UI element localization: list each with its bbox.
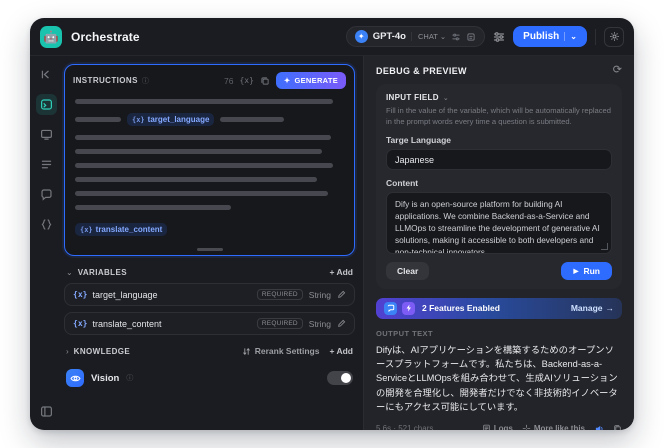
- content-label: Content: [386, 178, 419, 189]
- feature-bolt-icon: [402, 301, 415, 315]
- add-variable-button[interactable]: + Add: [329, 267, 353, 277]
- variable-token-translate-content[interactable]: {x} translate_content: [75, 223, 168, 236]
- page-title: Orchestrate: [71, 29, 140, 44]
- feature-chat-icon: [384, 301, 397, 315]
- titlebar: 🤖 Orchestrate ✦ GPT-4o CHAT ⌄ Publish ⌄: [30, 18, 634, 56]
- model-selector[interactable]: ✦ GPT-4o CHAT ⌄: [345, 26, 486, 47]
- chevron-down-icon: ⌄: [439, 32, 447, 41]
- sidebar-item-preview[interactable]: [36, 124, 57, 145]
- icon-sidebar: [30, 56, 62, 430]
- rerank-settings-button[interactable]: Rerank Settings: [242, 346, 319, 356]
- variable-token-target-language[interactable]: {x} target_language: [127, 113, 215, 126]
- clear-button[interactable]: Clear: [386, 262, 430, 281]
- vision-toggle[interactable]: [327, 371, 353, 385]
- refresh-icon[interactable]: ⟳: [613, 65, 622, 76]
- variable-type[interactable]: String: [309, 319, 331, 329]
- variable-row-target-language[interactable]: {x} target_language REQUIRED String: [64, 283, 355, 306]
- target-language-input[interactable]: [386, 149, 612, 171]
- add-knowledge-button[interactable]: + Add: [329, 346, 353, 356]
- header-divider: [595, 28, 596, 45]
- instructions-editor[interactable]: INSTRUCTIONS ⓘ 76 {x} ✦ GENERATE {x} tar…: [64, 64, 355, 256]
- output-text-title: OUTPUT TEXT: [376, 328, 434, 338]
- sidebar-item-orchestrate[interactable]: [35, 94, 57, 115]
- required-badge: REQUIRED: [256, 289, 303, 300]
- model-params-icon[interactable]: [451, 32, 461, 42]
- char-count: 76: [223, 75, 234, 86]
- collapse-panel-icon[interactable]: [36, 401, 57, 422]
- eye-icon: [66, 369, 84, 387]
- tune-sliders-icon[interactable]: [493, 31, 505, 43]
- variables-section: ⌄ VARIABLES + Add {x} target_language RE…: [64, 267, 355, 335]
- model-tokens-icon[interactable]: [466, 32, 476, 42]
- target-language-label: Targe Language: [386, 135, 452, 146]
- publish-button[interactable]: Publish ⌄: [513, 26, 587, 47]
- info-icon: ⓘ: [141, 77, 149, 85]
- output-stats: 5.6s · 521 chars: [376, 424, 434, 430]
- logs-button[interactable]: Logs: [482, 424, 513, 430]
- robot-icon: 🤖: [43, 29, 59, 44]
- sparkle-icon: ✦: [283, 76, 291, 85]
- instructions-skeleton: {x} target_language {x} translate_content: [65, 93, 354, 242]
- chevron-down-icon: ⌄: [564, 32, 577, 41]
- scroll-indicator[interactable]: [196, 248, 223, 251]
- speaker-icon[interactable]: [594, 424, 604, 430]
- sidebar-item-annotation[interactable]: [36, 184, 57, 205]
- copy-icon[interactable]: [613, 424, 622, 430]
- model-name: GPT-4o: [372, 31, 406, 42]
- arrow-right-icon: →: [605, 303, 615, 314]
- vision-feature-row: Vision ⓘ: [64, 369, 355, 387]
- insert-variable-icon[interactable]: {x}: [239, 76, 253, 85]
- edit-icon[interactable]: [337, 290, 346, 299]
- info-icon: ⓘ: [126, 375, 134, 382]
- variables-title: VARIABLES: [77, 267, 127, 277]
- settings-gear-icon[interactable]: [604, 26, 624, 47]
- vision-label: Vision: [91, 372, 120, 384]
- input-field-description: Fill in the value of the variable, which…: [386, 106, 611, 126]
- run-button[interactable]: ▶ Run: [561, 262, 612, 281]
- debug-preview-title: DEBUG & PREVIEW: [376, 65, 467, 76]
- chevron-down-icon[interactable]: ⌄: [66, 268, 73, 277]
- chevron-right-icon[interactable]: ›: [66, 347, 69, 356]
- input-field-title: INPUT FIELD: [386, 93, 439, 102]
- knowledge-title: KNOWLEDGE: [73, 346, 131, 356]
- variable-braces-icon: {x}: [73, 319, 88, 328]
- features-banner[interactable]: 2 Features Enabled Manage →: [376, 298, 622, 319]
- variable-row-translate-content[interactable]: {x} translate_content REQUIRED String: [64, 312, 355, 335]
- edit-icon[interactable]: [337, 319, 346, 328]
- copy-icon[interactable]: [260, 76, 270, 86]
- sidebar-item-logs[interactable]: [36, 154, 57, 175]
- play-icon: ▶: [573, 268, 579, 276]
- features-enabled-label: 2 Features Enabled: [422, 303, 500, 314]
- chevron-down-icon[interactable]: ⌄: [443, 94, 449, 102]
- required-badge: REQUIRED: [256, 318, 303, 329]
- chat-mode-badge[interactable]: CHAT ⌄: [411, 32, 446, 41]
- debug-preview-panel: DEBUG & PREVIEW ⟳ INPUT FIELD ⌄ Fill in …: [363, 56, 634, 430]
- output-section: OUTPUT TEXT Difyは、AIアプリケーションを構築するためのオープン…: [376, 328, 622, 430]
- instructions-title: INSTRUCTIONS: [73, 76, 138, 85]
- orchestrate-panel: INSTRUCTIONS ⓘ 76 {x} ✦ GENERATE {x} tar…: [62, 56, 363, 430]
- knowledge-section: › KNOWLEDGE Rerank Settings + Add: [64, 346, 355, 356]
- manage-features-button[interactable]: Manage →: [571, 303, 614, 313]
- content-textarea[interactable]: Dify is an open-source platform for buil…: [386, 192, 612, 255]
- generate-button[interactable]: ✦ GENERATE: [275, 72, 346, 89]
- more-like-this-button[interactable]: More like this: [522, 424, 585, 430]
- model-provider-icon: ✦: [354, 30, 368, 43]
- sidebar-item-api[interactable]: [36, 214, 57, 235]
- app-window: 🤖 Orchestrate ✦ GPT-4o CHAT ⌄ Publish ⌄ …: [30, 18, 634, 430]
- output-text: Difyは、AIアプリケーションを構築するためのオープンソースプラットフォームで…: [376, 344, 618, 413]
- content-textarea-wrap: Dify is an open-source platform for buil…: [386, 192, 612, 255]
- variable-braces-icon: {x}: [73, 290, 88, 299]
- back-icon[interactable]: [36, 64, 57, 85]
- input-field-card: INPUT FIELD ⌄ Fill in the value of the v…: [376, 84, 622, 290]
- app-icon[interactable]: 🤖: [40, 25, 62, 48]
- variable-type[interactable]: String: [309, 290, 331, 300]
